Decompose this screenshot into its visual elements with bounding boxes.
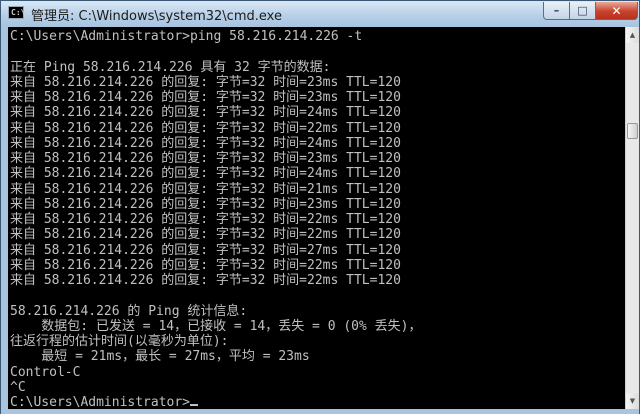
console-line: 来自 58.216.214.226 的回复: 字节=32 时间=22ms TTL… [10, 257, 401, 273]
vertical-scrollbar[interactable]: ▲ ▼ [625, 27, 639, 409]
text-cursor [190, 404, 199, 406]
console-line: ^C [10, 379, 26, 395]
console-line: 最短 = 21ms，最长 = 27ms，平均 = 23ms [10, 349, 310, 365]
console-line: 来自 58.216.214.226 的回复: 字节=32 时间=22ms TTL… [10, 120, 401, 136]
window-title: 管理员: C:\Windows\system32\cmd.exe [31, 9, 282, 24]
cmd-icon[interactable]: C:\ [8, 6, 26, 19]
title-bar[interactable]: C:\ 管理员: C:\Windows\system32\cmd.exe – □… [1, 1, 639, 26]
console-line: 往返行程的估计时间(以毫秒为单位): [10, 334, 229, 349]
window-bottom-border [1, 409, 639, 414]
console-text: C:\Users\Administrator>ping 58.216.214.2… [8, 27, 625, 409]
console-line: 来自 58.216.214.226 的回复: 字节=32 时间=22ms TTL… [10, 273, 401, 288]
scroll-up-arrow[interactable]: ▲ [626, 27, 639, 43]
console-line: 来自 58.216.214.226 的回复: 字节=32 时间=21ms TTL… [10, 181, 401, 197]
console-line: 来自 58.216.214.226 的回复: 字节=32 时间=23ms TTL… [10, 151, 401, 166]
close-icon: ✕ [611, 3, 622, 18]
console-line: 来自 58.216.214.226 的回复: 字节=32 时间=22ms TTL… [10, 227, 401, 243]
scroll-down-arrow[interactable]: ▼ [626, 393, 639, 409]
console-output[interactable]: C:\Users\Administrator>ping 58.216.214.2… [8, 27, 625, 409]
cmd-window: C:\ 管理员: C:\Windows\system32\cmd.exe – □… [0, 0, 640, 414]
console-line: 来自 58.216.214.226 的回复: 字节=32 时间=27ms TTL… [10, 242, 401, 258]
console-line: 来自 58.216.214.226 的回复: 字节=32 时间=22ms TTL… [10, 212, 401, 227]
maximize-button[interactable]: □ [570, 2, 596, 20]
console-line: 来自 58.216.214.226 的回复: 字节=32 时间=24ms TTL… [10, 166, 401, 182]
maximize-icon: □ [577, 4, 588, 17]
close-button[interactable]: ✕ [596, 2, 638, 20]
console-line: 数据包: 已发送 = 14，已接收 = 14，丢失 = 0 (0% 丢失)， [10, 318, 422, 334]
console-line: 来自 58.216.214.226 的回复: 字节=32 时间=24ms TTL… [10, 105, 401, 121]
console-line: 来自 58.216.214.226 的回复: 字节=32 时间=23ms TTL… [10, 74, 401, 90]
console-line: C:\Users\Administrator> [10, 395, 191, 409]
console-line: 来自 58.216.214.226 的回复: 字节=32 时间=24ms TTL… [10, 135, 401, 151]
console-line: Control-C [10, 364, 81, 380]
console-line: C:\Users\Administrator>ping 58.216.214.2… [10, 29, 363, 44]
console-line: 正在 Ping 58.216.214.226 具有 32 字节的数据: [10, 59, 331, 75]
console-line: 来自 58.216.214.226 的回复: 字节=32 时间=23ms TTL… [10, 90, 401, 105]
cmd-icon-text: C:\ [11, 8, 26, 17]
console-line: 58.216.214.226 的 Ping 统计信息: [10, 303, 248, 319]
minimize-button[interactable]: – [543, 2, 570, 20]
minimize-icon: – [553, 4, 560, 17]
console-line: 来自 58.216.214.226 的回复: 字节=32 时间=23ms TTL… [10, 196, 401, 212]
scroll-thumb[interactable] [627, 123, 638, 139]
